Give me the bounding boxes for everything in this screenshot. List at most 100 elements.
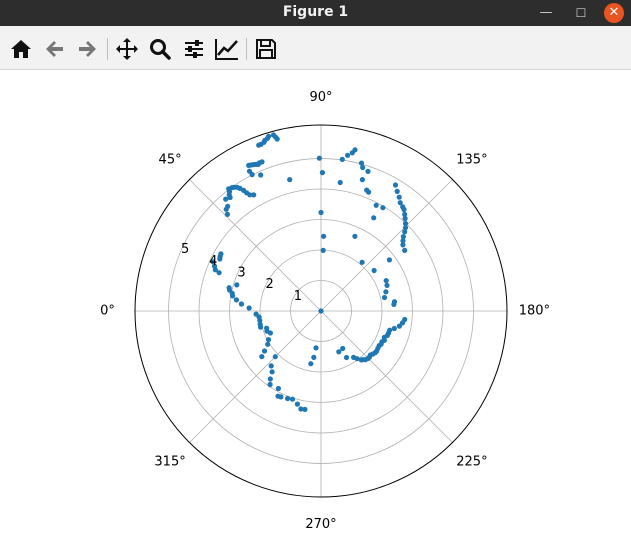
scatter-point	[339, 156, 345, 162]
scatter-point	[352, 233, 358, 239]
move-icon	[116, 38, 138, 60]
scatter-point	[267, 376, 273, 382]
scatter-point	[358, 160, 365, 166]
scatter-point	[278, 394, 284, 400]
zoom-button[interactable]	[147, 36, 173, 62]
scatter-point	[383, 289, 389, 295]
scatter-point	[274, 136, 280, 142]
radius-tick-label: 2	[266, 277, 274, 292]
scatter-point	[402, 220, 409, 227]
close-button[interactable]: ✕	[604, 3, 624, 23]
scatter-point	[259, 354, 265, 360]
magnifier-icon	[150, 39, 171, 60]
scatter-point	[319, 170, 325, 176]
polar-chart: 0° 45° 90° 135° 180° 225° 270° 315° 1 2 3 4 5	[100, 90, 550, 532]
floppy-disk-icon	[256, 39, 276, 59]
scatter-point	[402, 247, 408, 253]
scatter-point	[234, 282, 240, 288]
scatter-point	[359, 259, 365, 265]
scatter-point	[318, 308, 324, 314]
angle-tick-label: 225°	[456, 454, 487, 469]
radius-tick-label: 3	[237, 265, 245, 280]
scatter-point	[289, 396, 296, 402]
scatter-point	[391, 325, 397, 332]
minimize-button[interactable]: —	[536, 3, 556, 23]
scatter-point	[381, 294, 388, 301]
pan-button[interactable]	[114, 36, 140, 62]
scatter-point	[258, 172, 264, 178]
scatter-point	[380, 205, 386, 211]
scatter-point	[345, 152, 351, 158]
scatter-point	[366, 189, 372, 195]
scatter-point	[311, 354, 317, 360]
scatter-point	[402, 211, 408, 217]
scatter-point	[359, 177, 365, 183]
scatter-point	[337, 179, 343, 186]
radius-tick-label: 5	[181, 242, 189, 257]
scatter-point	[233, 297, 239, 303]
scatter-point	[360, 164, 366, 171]
forward-button[interactable]	[74, 36, 100, 62]
scatter-point	[272, 354, 278, 360]
scatter-point	[246, 305, 252, 311]
angle-tick-label: 0°	[100, 304, 115, 319]
scatter-point	[302, 406, 308, 412]
maximize-button[interactable]: ☐	[571, 3, 591, 23]
angle-tick-label: 315°	[154, 454, 185, 469]
scatter-point	[266, 133, 272, 139]
scatter-point	[336, 349, 342, 355]
scatter-point	[249, 172, 255, 178]
scatter-point	[294, 401, 300, 407]
scatter-point	[259, 159, 265, 165]
angle-tick-label: 270°	[305, 517, 336, 532]
scatter-point	[238, 301, 244, 307]
scatter-point	[224, 211, 230, 217]
scatter-point	[223, 206, 229, 212]
scatter-point	[321, 233, 327, 239]
scatter-point	[349, 150, 355, 156]
scatter-point	[365, 168, 371, 174]
scatter-point	[383, 278, 389, 284]
sliders-icon	[185, 40, 203, 58]
radius-tick-label: 4	[209, 254, 217, 269]
save-button[interactable]	[253, 36, 279, 62]
angular-gridline	[320, 310, 453, 443]
scatter-point	[217, 256, 223, 262]
edit-axis-button[interactable]	[214, 36, 240, 62]
scatter-point	[400, 234, 406, 240]
arrow-right-icon	[79, 41, 96, 57]
scatter-point	[223, 196, 229, 202]
scatter-point	[269, 369, 275, 375]
scatter-point	[313, 345, 319, 351]
scatter-point	[391, 299, 398, 305]
scatter-point	[230, 293, 236, 299]
scatter-point	[397, 200, 403, 206]
scatter-point	[261, 348, 268, 354]
scatter-point	[216, 270, 222, 276]
scatter-point	[316, 155, 322, 161]
scatter-point	[267, 381, 273, 388]
scatter-point	[371, 215, 377, 221]
scatter-point	[343, 354, 350, 361]
back-button[interactable]	[42, 36, 68, 62]
line-chart-icon	[215, 39, 238, 60]
angle-tick-label: 90°	[309, 90, 332, 105]
radius-tick-label: 1	[294, 289, 302, 304]
angular-gridline	[189, 310, 322, 443]
scatter-point	[402, 316, 408, 323]
window-titlebar: Figure 1 — ☐ ✕	[0, 0, 631, 26]
angle-tick-label: 180°	[519, 304, 550, 319]
home-button[interactable]	[8, 36, 34, 62]
scatter-point	[320, 247, 326, 253]
scatter-point	[387, 327, 393, 333]
angle-tick-label: 45°	[159, 153, 182, 168]
scatter-point	[308, 361, 314, 367]
scatter-point	[285, 395, 291, 402]
scatter-point	[265, 341, 271, 347]
configure-subplots-button[interactable]	[181, 36, 207, 62]
arrow-left-icon	[46, 41, 63, 57]
home-icon	[11, 40, 31, 58]
toolbar-separator	[246, 38, 247, 60]
scatter-point	[275, 385, 281, 392]
scatter-point	[267, 330, 273, 336]
